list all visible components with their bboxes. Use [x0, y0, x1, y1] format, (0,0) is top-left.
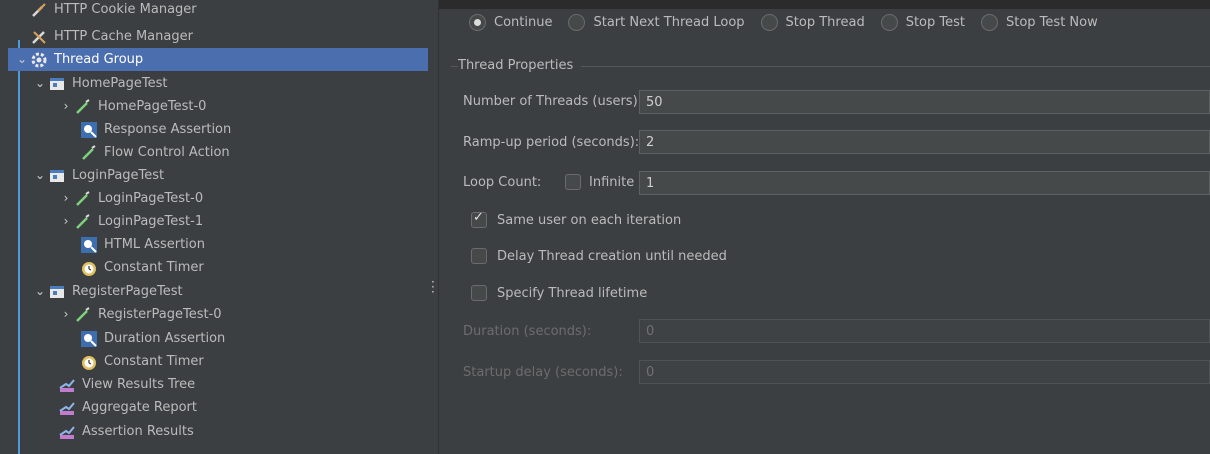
gear-icon	[30, 51, 48, 69]
delay-creation-row[interactable]: Delay Thread creation until needed	[471, 248, 727, 264]
radio-stop-test-label[interactable]: Stop Test	[906, 15, 965, 30]
tree-item-view-results-tree[interactable]: View Results Tree	[58, 373, 195, 396]
same-user-label[interactable]: Same user on each iteration	[497, 213, 681, 228]
controller-icon	[48, 167, 66, 185]
radio-stop-thread[interactable]	[760, 14, 778, 31]
same-user-checkbox[interactable]	[471, 210, 487, 228]
tree-item-loginpagetest-1[interactable]: › LoginPageTest-1	[58, 210, 203, 233]
timer-icon	[80, 259, 98, 277]
radio-stop-thread-label[interactable]: Stop Thread	[786, 15, 865, 30]
wrench-icon	[30, 28, 48, 46]
infinite-checkbox-row[interactable]: Infinite	[565, 174, 634, 190]
num-threads-label: Number of Threads (users):	[463, 94, 643, 109]
error-action-radio-group: Continue Start Next Thread Loop Stop Thr…	[469, 14, 1106, 31]
chevron-right-icon[interactable]: ›	[58, 210, 74, 233]
test-plan-tree: HTTP Cookie Manager HTTP Cache Manager ⌄…	[0, 0, 428, 454]
graph-icon	[58, 399, 76, 417]
tree-item-registerpagetest[interactable]: ⌄ RegisterPageTest	[32, 280, 183, 303]
specify-lifetime-row[interactable]: Specify Thread lifetime	[471, 285, 647, 301]
tree-guide-line	[18, 40, 20, 454]
specify-lifetime-label[interactable]: Specify Thread lifetime	[497, 286, 647, 301]
chevron-down-icon[interactable]: ⌄	[32, 72, 48, 95]
pipette-icon	[74, 190, 92, 208]
tree-item-duration-assertion[interactable]: Duration Assertion	[80, 327, 225, 350]
thread-group-panel: Continue Start Next Thread Loop Stop Thr…	[439, 9, 1210, 454]
infinite-checkbox[interactable]	[565, 174, 581, 190]
magnifier-icon	[80, 330, 98, 348]
duration-label: Duration (seconds):	[463, 324, 592, 339]
pipette-icon	[74, 98, 92, 116]
chevron-right-icon[interactable]: ›	[58, 303, 74, 326]
tree-item-flow-control-action[interactable]: Flow Control Action	[80, 141, 230, 164]
controller-icon	[48, 75, 66, 93]
pipette-icon	[80, 144, 98, 162]
controller-icon	[48, 283, 66, 301]
radio-stop-test-now-label[interactable]: Stop Test Now	[1006, 15, 1098, 30]
tree-item-aggregate-report[interactable]: Aggregate Report	[58, 396, 197, 419]
specify-lifetime-checkbox[interactable]	[471, 285, 487, 301]
tree-item-loginpagetest[interactable]: ⌄ LoginPageTest	[32, 164, 164, 187]
magnifier-icon	[80, 236, 98, 254]
graph-icon	[58, 423, 76, 441]
num-threads-input[interactable]: 50	[639, 90, 1210, 114]
chevron-down-icon[interactable]: ⌄	[14, 48, 30, 71]
tree-item-thread-group[interactable]: ⌄ Thread Group	[8, 48, 428, 71]
chevron-down-icon[interactable]: ⌄	[32, 164, 48, 187]
magnifier-icon	[80, 121, 98, 139]
pipette-icon	[74, 306, 92, 324]
tree-item-http-cookie-manager[interactable]: HTTP Cookie Manager	[30, 3, 197, 17]
loop-count-input[interactable]: 1	[639, 171, 1210, 195]
radio-start-next-thread-loop[interactable]	[568, 14, 586, 31]
same-user-row[interactable]: Same user on each iteration	[471, 210, 681, 228]
delay-creation-checkbox[interactable]	[471, 248, 487, 264]
tree-item-http-cache-manager[interactable]: HTTP Cache Manager	[30, 25, 193, 48]
ramp-up-input[interactable]: 2	[639, 130, 1210, 154]
tree-item-loginpagetest-0[interactable]: › LoginPageTest-0	[58, 187, 203, 210]
loop-count-label: Loop Count:	[463, 175, 542, 190]
chevron-right-icon[interactable]: ›	[58, 187, 74, 210]
timer-icon	[80, 353, 98, 371]
radio-continue-label[interactable]: Continue	[494, 15, 552, 30]
radio-stop-test-now[interactable]	[981, 14, 998, 31]
graph-icon	[58, 376, 76, 394]
thread-properties-legend: Thread Properties	[458, 58, 582, 73]
tree-item-homepagetest-0[interactable]: › HomePageTest-0	[58, 95, 206, 118]
tree-item-constant-timer-2[interactable]: Constant Timer	[80, 350, 204, 373]
duration-input[interactable]: 0	[639, 319, 1210, 343]
startup-delay-input[interactable]: 0	[639, 360, 1210, 384]
drag-handle-icon: · · ·	[431, 275, 435, 299]
radio-stop-test[interactable]	[880, 14, 898, 31]
radio-continue[interactable]	[469, 14, 486, 31]
tree-item-assertion-results[interactable]: Assertion Results	[58, 420, 194, 443]
pane-splitter[interactable]: · · ·	[428, 0, 439, 454]
delay-creation-label[interactable]: Delay Thread creation until needed	[497, 249, 727, 264]
radio-start-next-thread-loop-label[interactable]: Start Next Thread Loop	[593, 15, 744, 30]
chevron-down-icon[interactable]: ⌄	[32, 280, 48, 303]
infinite-label[interactable]: Infinite	[589, 175, 634, 190]
tree-item-html-assertion[interactable]: HTML Assertion	[80, 233, 205, 256]
tree-item-registerpagetest-0[interactable]: › RegisterPageTest-0	[58, 303, 222, 326]
pipette-icon	[74, 213, 92, 231]
ramp-up-label: Ramp-up period (seconds):	[463, 135, 640, 150]
tree-item-homepagetest[interactable]: ⌄ HomePageTest	[32, 72, 168, 95]
wrench-icon	[30, 3, 48, 17]
chevron-right-icon[interactable]: ›	[58, 95, 74, 118]
tree-item-constant-timer[interactable]: Constant Timer	[80, 256, 204, 279]
startup-delay-label: Startup delay (seconds):	[463, 365, 623, 380]
tree-item-response-assertion[interactable]: Response Assertion	[80, 118, 231, 141]
